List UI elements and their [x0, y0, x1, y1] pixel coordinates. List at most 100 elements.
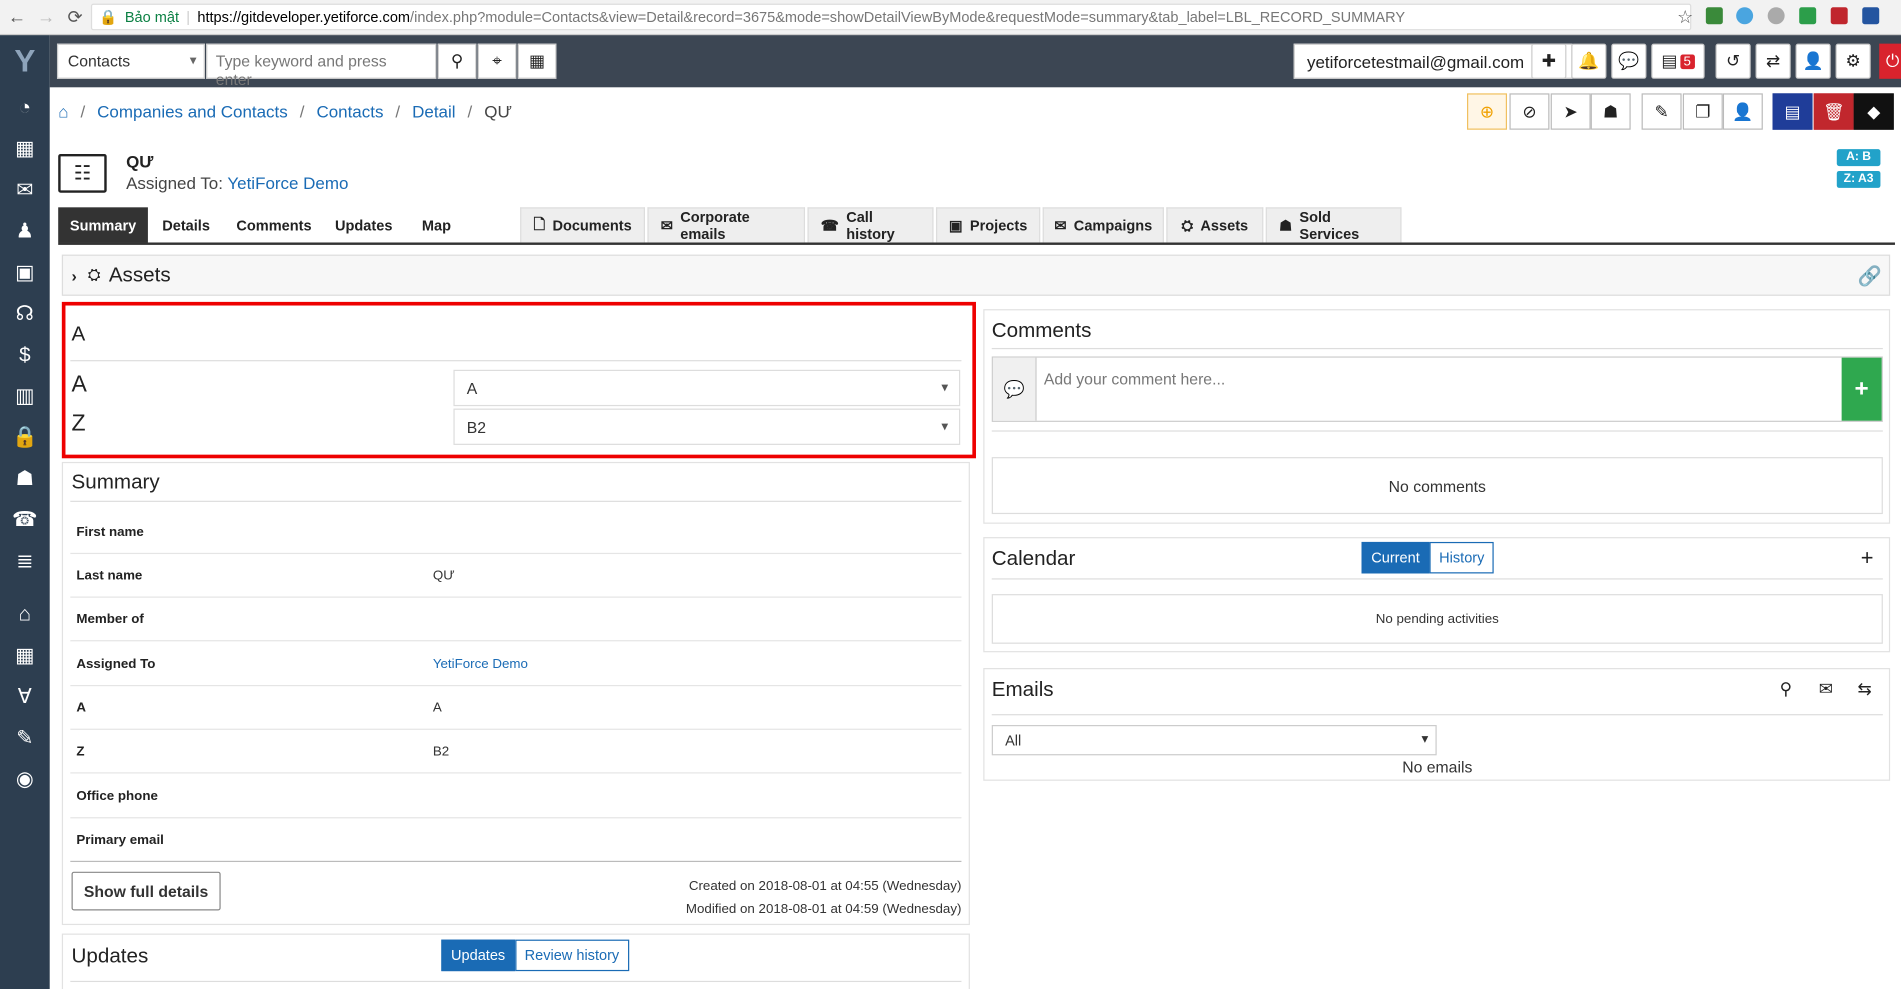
dashboard-icon[interactable]: ◔ [0, 87, 50, 128]
comment-input-group: 💬 Add your comment here... + [991, 356, 1883, 422]
emails-search-button[interactable]: ⚲ [1769, 674, 1803, 703]
buildings-icon[interactable]: ▥ [0, 376, 50, 417]
comments-title: Comments [991, 318, 1092, 342]
tab-updates[interactable]: Updates [327, 207, 400, 242]
reload-icon[interactable]: ⟳ [63, 6, 87, 28]
tab-assets[interactable]: ⛭ Assets [1166, 207, 1264, 243]
unwatch-button[interactable]: ⊘ [1509, 93, 1550, 130]
send-email-button[interactable]: ➤ [1550, 93, 1591, 130]
address-bar[interactable]: 🔒 Bảo mật | https://gitdeveloper.yetifor… [90, 3, 1692, 31]
extension-icon[interactable] [1767, 7, 1785, 25]
portal-user-button[interactable]: 👤 [1722, 93, 1763, 130]
logout-button[interactable]: ⏻ [1879, 43, 1901, 79]
marketing-icon[interactable]: ✉ [0, 170, 50, 211]
contact-card-icon: ☷ [58, 153, 107, 193]
link-icon[interactable]: 🔗 [1857, 264, 1881, 288]
tab-sold-services[interactable]: ☗ Sold Services [1265, 207, 1402, 243]
sales-icon[interactable]: ♟ [0, 211, 50, 252]
user-circle-icon[interactable]: ◉ [0, 759, 50, 800]
tab-summary[interactable]: Summary [58, 207, 148, 243]
calendar-current-button[interactable]: Current [1361, 541, 1430, 574]
edit-button[interactable]: ✎ [1641, 93, 1682, 130]
add-activity-button[interactable]: + [1850, 543, 1884, 572]
switch-button[interactable]: ⇄ [1755, 43, 1791, 79]
organization-icon[interactable]: ▦ [0, 635, 50, 676]
bookmark-star-icon[interactable]: ☆ [1673, 6, 1697, 28]
tab-map[interactable]: Map [410, 207, 463, 242]
extension-icon[interactable] [1736, 7, 1754, 25]
database-icon[interactable]: ≣ [0, 541, 50, 582]
assigned-link[interactable]: YetiForce Demo [227, 173, 348, 192]
tab-details[interactable]: Details [153, 207, 220, 242]
show-full-details-button[interactable]: Show full details [71, 871, 221, 911]
yeti-icon[interactable]: ∀ [0, 677, 50, 718]
extension-icon[interactable] [1799, 7, 1817, 25]
summary-row: Z B2 [70, 730, 962, 774]
tab-corporate-emails[interactable]: ✉ Corporate emails [647, 207, 806, 243]
field-badge-a: A: B [1836, 149, 1881, 167]
grid-icon: ▦ [529, 50, 546, 71]
global-search-input[interactable]: Type keyword and press enter [206, 43, 437, 89]
history-button[interactable]: ↺ [1715, 43, 1751, 79]
user-settings-icon[interactable]: ☗ [0, 458, 50, 499]
comment-input[interactable]: Add your comment here... [1044, 370, 1225, 388]
calendar-toggle: Current History [1361, 541, 1495, 574]
assigned-user-link[interactable]: YetiForce Demo [433, 657, 528, 672]
lock-icon[interactable]: 🔒 [0, 417, 50, 458]
calendar-history-button[interactable]: History [1429, 541, 1495, 574]
favorite-button[interactable]: ⊕ [1467, 93, 1508, 130]
tab-projects[interactable]: ▣ Projects [935, 207, 1041, 243]
emails-filter-select[interactable]: All [991, 725, 1437, 756]
tab-call-history[interactable]: ☎ Call history [807, 207, 934, 243]
emails-refresh-button[interactable]: ⇆ [1848, 674, 1882, 703]
chat-button[interactable]: 💬 [1611, 43, 1647, 79]
reminders-button[interactable]: ▤ 5 [1651, 43, 1705, 79]
search-icon: ⚲ [1779, 678, 1793, 698]
ticket-icon[interactable]: ✎ [0, 718, 50, 759]
add-comment-button[interactable]: + [1841, 357, 1882, 421]
tab-comments[interactable]: Comments [230, 207, 317, 242]
quick-create-button[interactable]: ✚ [1531, 43, 1567, 79]
field-z-select[interactable]: B2 [453, 408, 961, 445]
home-icon[interactable]: ⌂ [0, 594, 50, 635]
home-icon[interactable]: ⌂ [58, 102, 68, 121]
breadcrumb: ⌂ / Companies and Contacts / Contacts / … [58, 101, 512, 122]
secure-label: Bảo mật [124, 8, 180, 26]
headset-icon[interactable]: ☎ [0, 500, 50, 541]
chevron-right-icon[interactable]: › [72, 266, 77, 284]
tab-documents[interactable]: 🗋 Documents [520, 207, 645, 243]
breadcrumb-link[interactable]: Detail [412, 102, 455, 121]
user-menu-button[interactable]: 👤 [1795, 43, 1831, 79]
duplicate-button[interactable]: ❐ [1682, 93, 1723, 130]
extension-icon[interactable] [1705, 7, 1723, 25]
support-icon[interactable]: ☊ [0, 293, 50, 334]
settings-button[interactable]: ⚙ [1835, 43, 1871, 79]
finances-icon[interactable]: $ [0, 335, 50, 376]
companies-icon[interactable]: ▦ [0, 129, 50, 170]
module-select[interactable]: Contacts [56, 43, 205, 79]
search-button[interactable]: ⚲ [437, 43, 477, 79]
delete-button[interactable]: 🗑 [1813, 93, 1854, 130]
clear-button[interactable]: ◆ [1853, 93, 1894, 130]
tab-campaigns[interactable]: ✉ Campaigns [1042, 207, 1164, 243]
updates-tab-button[interactable]: Updates [441, 939, 515, 972]
advanced-search-button[interactable]: ⌖ [477, 43, 517, 79]
products-icon[interactable]: ▣ [0, 252, 50, 293]
phone-icon: ☎ [820, 217, 839, 234]
search-options-button[interactable]: ▦ [517, 43, 557, 79]
breadcrumb-link[interactable]: Companies and Contacts [97, 102, 288, 121]
extension-icon[interactable] [1862, 7, 1880, 25]
yetiforce-logo-icon[interactable]: Y [0, 35, 50, 87]
field-a-select[interactable]: A [453, 369, 961, 407]
review-history-button[interactable]: Review history [514, 939, 629, 972]
forward-icon[interactable]: → [34, 7, 58, 28]
emails-compose-button[interactable]: ✉ [1809, 674, 1843, 703]
archive-button[interactable]: ▤ [1772, 93, 1813, 130]
breadcrumb-link[interactable]: Contacts [316, 102, 383, 121]
extension-icon[interactable] [1830, 7, 1848, 25]
notifications-button[interactable]: 🔔 [1571, 43, 1607, 79]
document-icon: 🗋 [533, 215, 546, 233]
back-icon[interactable]: ← [5, 7, 29, 28]
assets-widget-header[interactable]: › ⛭ Assets 🔗 [61, 254, 1891, 296]
permissions-button[interactable]: ☗ [1590, 93, 1631, 130]
